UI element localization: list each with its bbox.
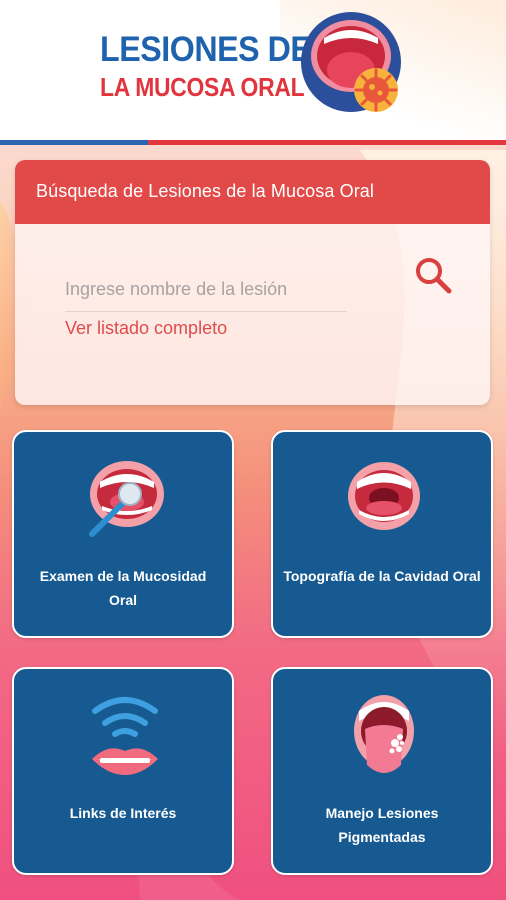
header-divider: [0, 140, 506, 145]
search-button[interactable]: [408, 252, 458, 298]
tongue-lesion-icon: [354, 695, 414, 773]
mouth-mirror-icon: [89, 461, 164, 537]
search-card-title: Búsqueda de Lesiones de la Mucosa Oral: [36, 181, 375, 201]
search-card-header: Búsqueda de Lesiones de la Mucosa Oral: [15, 160, 490, 224]
view-full-list-link[interactable]: Ver listado completo: [65, 318, 227, 339]
header-divider-red: [148, 140, 506, 145]
open-mouth-icon: [348, 462, 420, 530]
tile-links-of-interest[interactable]: Links de Interés: [12, 667, 234, 875]
search-icon: [416, 258, 452, 294]
search-input-underline: [65, 311, 347, 312]
tile-label: Manejo Lesiones Pigmentadas: [325, 805, 439, 845]
search-input[interactable]: [65, 272, 347, 306]
search-card: Búsqueda de Lesiones de la Mucosa Oral V…: [15, 160, 490, 405]
mouth-virus-icon: [301, 12, 401, 112]
tile-label: Examen de la Mucosidad Oral: [39, 568, 207, 608]
tile-label: Topografía de la Cavidad Oral: [283, 568, 481, 584]
header-divider-blue: [0, 140, 148, 145]
lips-signal-icon: [92, 697, 158, 775]
app-header: LESIONES DE LA MUCOSA ORAL: [0, 0, 506, 142]
tile-label: Links de Interés: [69, 805, 177, 821]
tile-oral-mucosa-exam[interactable]: Examen de la Mucosidad Oral: [12, 430, 234, 638]
logo-title-line2: LA MUCOSA ORAL: [100, 72, 305, 102]
tile-oral-cavity-topography[interactable]: Topografía de la Cavidad Oral: [271, 430, 493, 638]
tile-pigmented-lesions[interactable]: Manejo Lesiones Pigmentadas: [271, 667, 493, 875]
logo-title-line1: LESIONES DE: [100, 30, 312, 69]
